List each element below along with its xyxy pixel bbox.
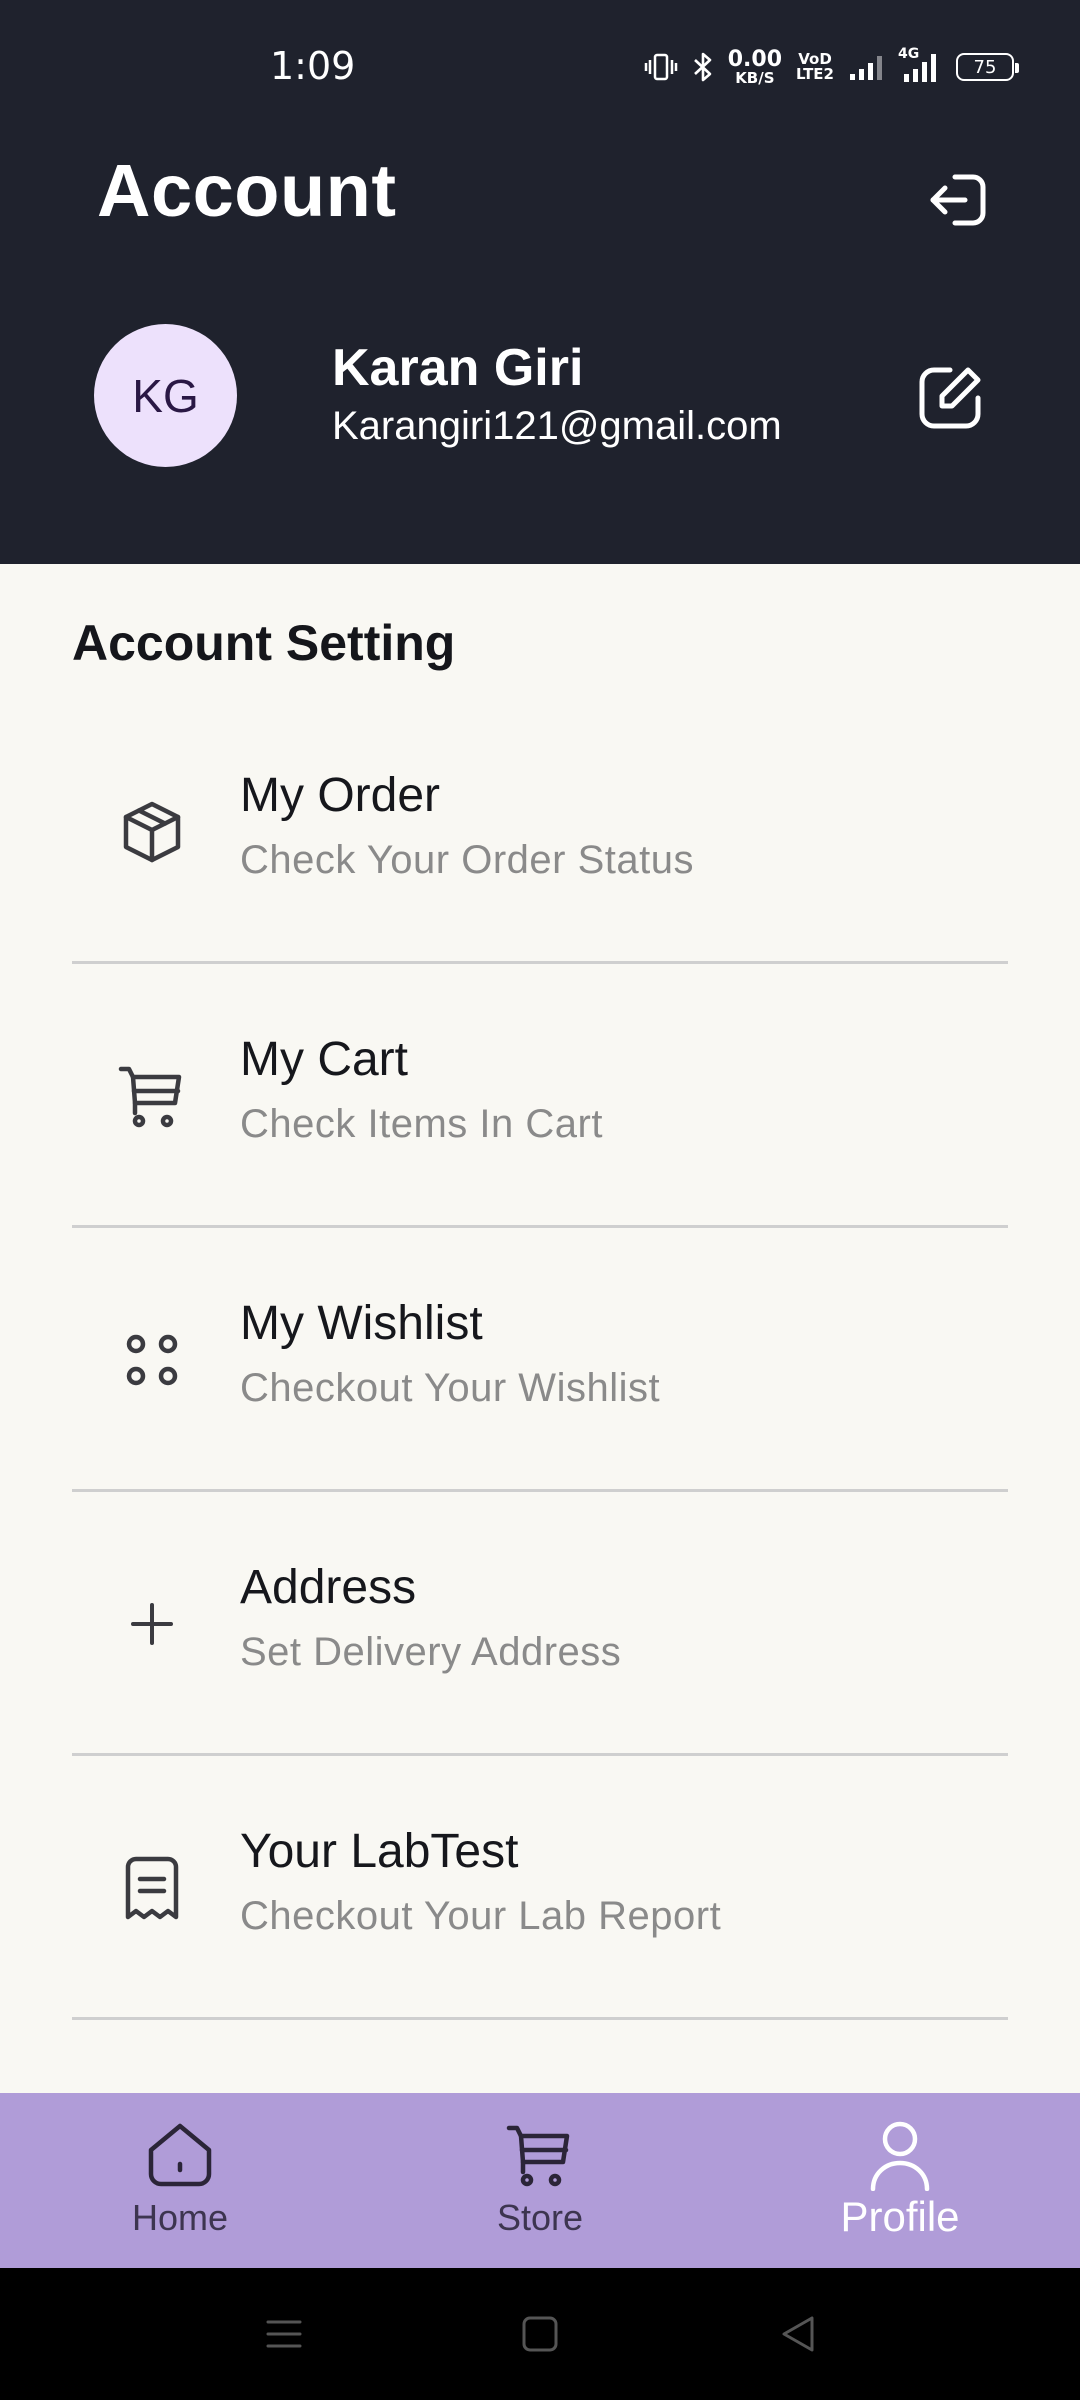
network-speed: 0.00 KB/S <box>727 46 782 87</box>
menu-item-address[interactable]: Address Set Delivery Address <box>72 1492 1008 1756</box>
menu-item-subtitle: Checkout Your Wishlist <box>240 1366 661 1410</box>
menu-item-title: My Wishlist <box>240 1297 483 1350</box>
menu-item-title: Address <box>240 1561 417 1614</box>
edit-icon <box>919 367 981 429</box>
menu-item-my-wishlist[interactable]: My Wishlist Checkout Your Wishlist <box>72 1228 1008 1492</box>
vibrate-icon <box>644 52 678 82</box>
battery-indicator: 75 <box>956 53 1019 81</box>
account-screen: 1:09 0.00 KB/S VoD LTE2 4G 75 Account KG… <box>0 0 1080 2400</box>
page-title: Account <box>97 149 397 232</box>
settings-menu: My Order Check Your Order Status My Cart… <box>72 700 1008 2020</box>
cart-icon <box>116 1060 188 1132</box>
signal-4g-icon: 4G <box>898 46 942 84</box>
nav-label: Home <box>131 2197 229 2238</box>
cart-icon <box>505 2119 575 2191</box>
account-header: Account KG Karan Giri Karangiri121@gmail… <box>0 108 1080 564</box>
nav-home[interactable]: Home <box>50 2093 310 2268</box>
user-email: Karangiri121@gmail.com <box>332 404 782 448</box>
menu-item-title: My Order <box>240 769 441 822</box>
avatar[interactable]: KG <box>94 324 237 467</box>
menu-item-my-order[interactable]: My Order Check Your Order Status <box>72 700 1008 964</box>
nav-store[interactable]: Store <box>410 2093 670 2268</box>
menu-icon[interactable] <box>262 2312 306 2356</box>
four-dots-icon <box>116 1324 188 1396</box>
volte-indicator: VoD LTE2 <box>796 50 834 83</box>
bluetooth-icon <box>692 51 714 83</box>
menu-item-my-cart[interactable]: My Cart Check Items In Cart <box>72 964 1008 1228</box>
home-icon <box>145 2119 215 2191</box>
plus-icon <box>116 1588 188 1660</box>
person-icon <box>865 2119 935 2191</box>
status-time: 1:09 <box>270 44 356 88</box>
edit-profile-button[interactable] <box>910 358 990 438</box>
logout-button[interactable] <box>920 160 1000 240</box>
nav-profile[interactable]: Profile <box>770 2093 1030 2268</box>
receipt-icon <box>116 1852 188 1924</box>
menu-item-title: My Cart <box>240 1033 408 1086</box>
menu-item-title: Your LabTest <box>240 1825 519 1878</box>
status-icons: 0.00 KB/S VoD LTE2 4G 75 <box>644 44 1019 90</box>
package-icon <box>116 796 188 868</box>
menu-item-subtitle: Set Delivery Address <box>240 1630 622 1674</box>
system-navigation-bar <box>0 2268 1080 2400</box>
section-title: Account Setting <box>72 615 456 671</box>
menu-item-subtitle: Checkout Your Lab Report <box>240 1894 722 1938</box>
logout-icon <box>930 174 986 226</box>
menu-item-subtitle: Check Items In Cart <box>240 1102 603 1146</box>
user-name: Karan Giri <box>332 339 584 397</box>
home-button-icon[interactable] <box>518 2312 562 2356</box>
status-bar: 1:09 0.00 KB/S VoD LTE2 4G 75 <box>0 0 1080 108</box>
back-icon[interactable] <box>776 2312 820 2356</box>
menu-item-your-labtest[interactable]: Your LabTest Checkout Your Lab Report <box>72 1756 1008 2020</box>
nav-label: Profile <box>840 2193 960 2240</box>
menu-item-subtitle: Check Your Order Status <box>240 838 694 882</box>
nav-label: Store <box>496 2197 584 2238</box>
bottom-navigation: Home Store Profile <box>0 2093 1080 2268</box>
signal-icon <box>848 52 884 82</box>
